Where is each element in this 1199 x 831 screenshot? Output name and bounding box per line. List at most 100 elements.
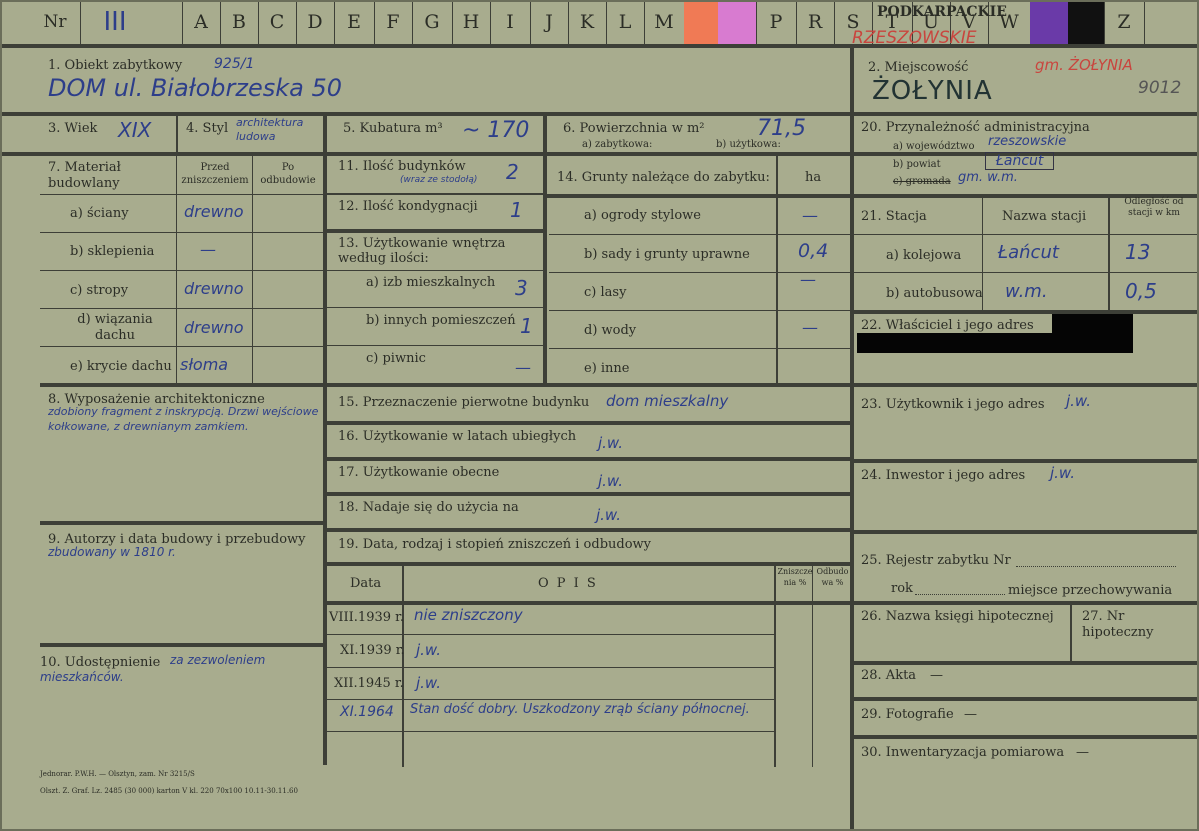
f30-label: 30. Inwentaryzacja pomiarowa	[861, 745, 1065, 760]
f19-col-date: Data	[350, 576, 382, 591]
f22-top	[854, 310, 1199, 314]
letter-cell-i: I	[506, 11, 514, 33]
f25-rok: rok	[891, 581, 913, 596]
f19-row-opis: j.w.	[416, 674, 442, 692]
f7-row-rule	[40, 346, 323, 347]
f19-row-date: XI.1964	[340, 704, 394, 720]
f1-value: DOM ul. Białobrzeska 50	[48, 74, 342, 102]
f14-label: 14. Grunty należące do zabytku:	[557, 170, 770, 185]
f29-value: —	[964, 707, 977, 722]
f12-label: 12. Ilość kondygnacji	[338, 199, 478, 214]
f19-table-top	[326, 562, 850, 566]
f19-rule	[326, 634, 774, 635]
f7-row-before: drewno	[184, 318, 244, 337]
letter-cell-r: R	[807, 11, 823, 33]
f14-rule	[549, 234, 850, 235]
letter-cell-c: C	[269, 11, 285, 33]
f28-top	[854, 661, 1199, 665]
f18-value: j.w.	[596, 506, 622, 524]
f13-row-label: c) piwnic	[366, 351, 426, 366]
f14-row-label: c) lasy	[584, 285, 627, 300]
f14-rule	[549, 348, 850, 349]
header-bottom-rule	[0, 44, 1199, 48]
f20-a-label: a) województwo	[893, 141, 975, 152]
f8-top	[40, 383, 323, 387]
f19-label: 19. Data, rodzaj i stopień zniszczeń i o…	[338, 537, 652, 552]
letter-cell-p: P	[769, 11, 783, 33]
f19-row-opis: nie zniszczony	[414, 606, 523, 624]
f26-top	[854, 601, 1199, 605]
f14-row-label: b) sady i grunty uprawne	[584, 247, 750, 262]
f3-f4-divider	[176, 115, 178, 153]
f19-rule	[326, 699, 774, 700]
letter-cell-m: M	[654, 11, 674, 33]
letter-cell-b: B	[232, 11, 246, 33]
f19-col-opis: O P I S	[538, 576, 598, 591]
f6-sub-b: b) użytkowa:	[716, 139, 781, 150]
f19-opis-col	[774, 564, 776, 767]
nr-label: Nr	[43, 12, 67, 32]
f11-value: 2	[506, 160, 519, 184]
right-column-divider	[850, 48, 854, 831]
footer-imprint-2: Olszt. Z. Graf. Lz. 2485 (30 000) karton…	[40, 787, 298, 795]
f21-row-name: w.m.	[1005, 281, 1048, 302]
letter-cell-k: K	[579, 11, 595, 33]
f7-row-rule	[40, 308, 323, 309]
f6-value: 71,5	[757, 116, 806, 141]
f7-row-rule	[40, 232, 323, 233]
region-print: PODKARPACKIE	[877, 4, 1007, 20]
f3-label: 3. Wiek	[48, 121, 98, 136]
letter-separator	[80, 0, 81, 44]
f7-row-label: c) stropy	[70, 283, 129, 298]
nr-value: III	[103, 7, 127, 37]
f20-b-value: Łańcut	[985, 152, 1055, 170]
orange-swatch	[684, 0, 718, 44]
f19-header-bottom	[326, 601, 850, 605]
letter-cell-z: Z	[1117, 11, 1131, 33]
f21-col-name: Nazwa stacji	[1002, 209, 1087, 224]
f2-label: 2. Miejscowość	[868, 60, 969, 75]
f23-top	[854, 383, 1199, 387]
f19-row-opis: Stan dość dobry. Uszkodzony zrąb ściany …	[410, 702, 750, 717]
f30-value: —	[1076, 745, 1089, 760]
f5-label: 5. Kubatura m³	[343, 121, 443, 136]
f13-label: 13. Użytkowanie wnętrza według ilości:	[338, 236, 506, 266]
f19-rule	[326, 667, 774, 668]
f9-value: zbudowany w 1810 r.	[48, 545, 176, 559]
f21-row-dist: 0,5	[1125, 279, 1157, 303]
f1-label: 1. Obiekt zabytkowy	[48, 58, 183, 73]
f27-label: 27. Nr hipoteczny	[1082, 609, 1154, 640]
f21-row-label: a) kolejowa	[886, 248, 962, 263]
f13-row-label: a) izb mieszkalnych	[366, 275, 496, 290]
f7-row-before: drewno	[184, 202, 244, 221]
f13-top	[326, 229, 543, 233]
f5-value: ~ 170	[462, 118, 530, 143]
f16-value: j.w.	[598, 434, 624, 452]
f13-row-value: —	[515, 358, 531, 377]
f14-row-value: —	[802, 318, 818, 337]
f11-note: (wraz ze stodołą)	[400, 175, 478, 185]
f19-date-col	[402, 564, 404, 767]
f14-rule	[549, 310, 850, 311]
f13-row-value: 3	[515, 276, 528, 300]
letter-cell-f: F	[386, 11, 400, 33]
f18-top	[326, 492, 850, 496]
f14-unit: ha	[805, 170, 822, 185]
f13-rule	[326, 270, 543, 271]
f15-label: 15. Przeznaczenie pierwotne budynku	[338, 395, 590, 410]
f7-row-rule	[40, 194, 323, 195]
f30-top	[854, 735, 1199, 739]
f21-col2	[1108, 196, 1110, 312]
f25-dots	[1016, 566, 1176, 567]
f6-sub-a: a) zabytkowa:	[582, 139, 653, 150]
f21-label: 21. Stacja	[861, 209, 927, 224]
f2-stamp: gm. ŻOŁYNIA	[1035, 56, 1133, 74]
f26-f27-divider	[1070, 603, 1072, 661]
letter-cell-h: H	[462, 11, 480, 33]
redaction-bar	[857, 333, 1133, 353]
letter-separator	[1144, 0, 1145, 44]
region-stamp: RZESZOWSKIE	[852, 28, 977, 48]
f7-label: 7. Materiał budowlany	[48, 160, 121, 191]
f25-top	[854, 530, 1199, 534]
f14-row-label: a) ogrody stylowe	[584, 208, 701, 223]
